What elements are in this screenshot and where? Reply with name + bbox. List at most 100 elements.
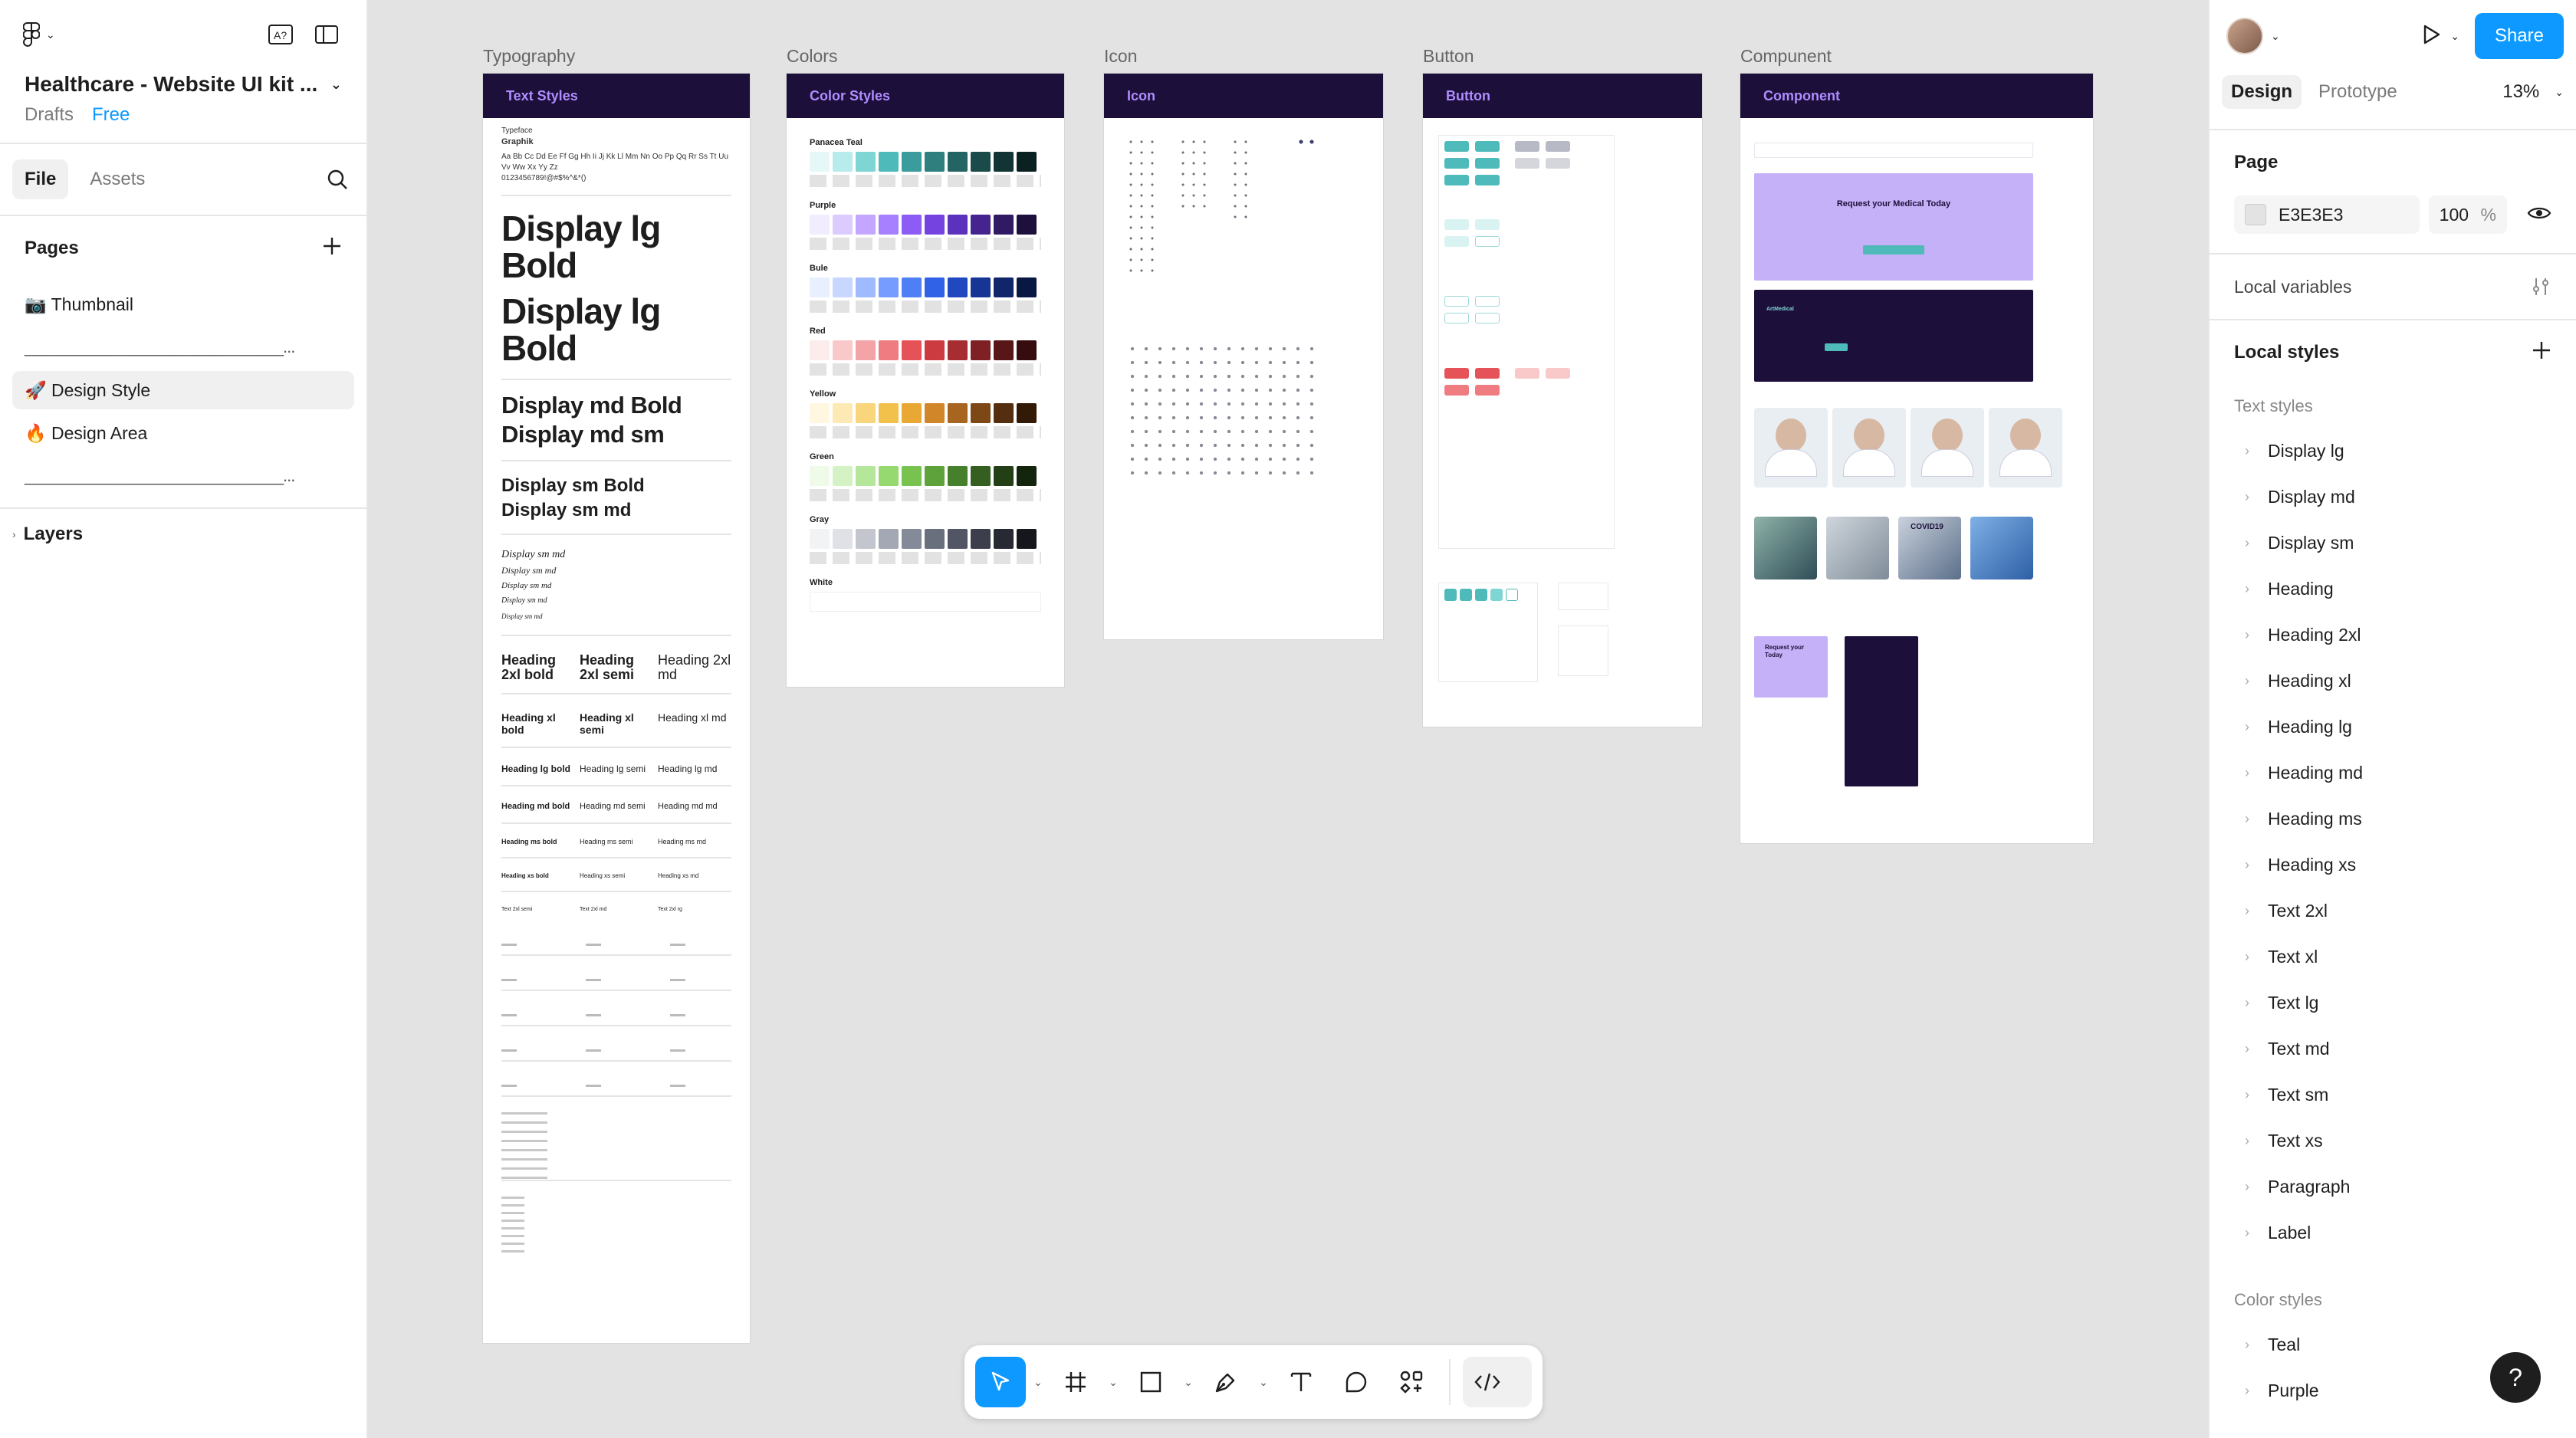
drafts-link[interactable]: Drafts	[25, 104, 74, 126]
frame-label-button[interactable]: Button	[1423, 46, 1474, 67]
zoom-dropdown[interactable]: 13% ⌄	[2502, 81, 2564, 103]
frame-label-typography[interactable]: Typography	[483, 46, 575, 67]
text-style-item[interactable]: › Heading ms	[2210, 796, 2576, 842]
text-style-label: Text 2xl	[2268, 900, 2328, 921]
color-swatch	[810, 152, 830, 172]
search-icon	[327, 169, 347, 189]
text-style-item[interactable]: › Display lg	[2210, 428, 2576, 474]
chevron-down-icon[interactable]: ⌄	[1181, 1376, 1196, 1389]
text-style-item[interactable]: › Heading	[2210, 566, 2576, 612]
text-style-item[interactable]: › Heading xl	[2210, 658, 2576, 704]
icon-button-sample	[1506, 589, 1518, 601]
cta-mock: Request your Today	[1754, 636, 1828, 698]
text-style-item[interactable]: › Heading 2xl	[2210, 612, 2576, 658]
page-item-design-style[interactable]: 🚀 Design Style	[12, 371, 354, 409]
text-style-item[interactable]: › Heading lg	[2210, 704, 2576, 750]
sample-text: Text 2xl md	[580, 907, 607, 912]
tab-assets[interactable]: Assets	[77, 159, 157, 199]
comment-tool-button[interactable]	[1331, 1357, 1382, 1407]
canvas[interactable]: Typography Text Styles Typeface Graphik …	[368, 0, 2208, 1438]
share-button[interactable]: Share	[2474, 13, 2564, 59]
ai-translate-button[interactable]: A?	[264, 18, 297, 51]
page-item-thumbnail[interactable]: 📷 Thumbnail	[12, 285, 354, 323]
text-style-label: Heading md	[2268, 762, 2364, 783]
text-style-item[interactable]: › Text xl	[2210, 934, 2576, 980]
frame-colors[interactable]: Color Styles Panacea Teal Purple Bule Red Ye…	[787, 74, 1064, 687]
color-swatch	[925, 529, 945, 549]
file-title[interactable]: Healthcare - Website UI kit ... ⌄	[0, 69, 366, 100]
page-opacity-value: 100	[2439, 204, 2469, 225]
frame-component[interactable]: Component Request your Medical Today Art…	[1740, 74, 2093, 843]
doctor-photo	[1776, 419, 1806, 452]
move-tool-button[interactable]	[975, 1357, 1026, 1407]
frame-label-icon[interactable]: Icon	[1104, 46, 1137, 67]
shape-tool-button[interactable]	[1125, 1357, 1176, 1407]
text-tool-button[interactable]	[1276, 1357, 1326, 1407]
divider	[501, 747, 731, 748]
text-style-item[interactable]: › Text md	[2210, 1026, 2576, 1072]
chevron-right-icon: ›	[2245, 810, 2249, 826]
button-sample-outline	[1475, 313, 1500, 323]
page-item-separator[interactable]: ______________________________...	[12, 328, 354, 366]
swatch-row	[787, 152, 1064, 172]
chevron-down-icon[interactable]: ⌄	[1030, 1376, 1046, 1389]
toggle-sidebar-button[interactable]	[310, 18, 343, 51]
page-opacity-field[interactable]: 100 %	[2428, 195, 2507, 234]
present-button[interactable]	[2420, 23, 2443, 50]
text-style-item[interactable]: › Display md	[2210, 474, 2576, 520]
main-menu-button[interactable]: ⌄	[23, 22, 55, 47]
tab-prototype[interactable]: Prototype	[2309, 75, 2407, 109]
frame-header: Button	[1423, 74, 1702, 118]
chevron-right-icon: ›	[2245, 1178, 2249, 1194]
frame-button[interactable]: Button	[1423, 74, 1702, 727]
chevron-down-icon[interactable]: ⌄	[1106, 1376, 1121, 1389]
chevron-down-icon[interactable]: ⌄	[2271, 30, 2280, 43]
tab-design[interactable]: Design	[2222, 75, 2302, 109]
navbar-mock	[1754, 143, 2033, 158]
frame-typography[interactable]: Text Styles Typeface Graphik Aa Bb Cc Dd…	[483, 74, 750, 1343]
chevron-down-icon[interactable]: ⌄	[330, 77, 342, 93]
text-style-item[interactable]: › Text xs	[2210, 1118, 2576, 1164]
text-style-item[interactable]: › Heading md	[2210, 750, 2576, 796]
text-style-item[interactable]: › Display sm	[2210, 520, 2576, 566]
pages-header: Pages	[0, 216, 366, 281]
frame-label-colors[interactable]: Colors	[787, 46, 837, 67]
actions-button[interactable]	[1386, 1357, 1437, 1407]
frame-label-component[interactable]: Compunent	[1740, 46, 1832, 67]
avatar[interactable]	[2226, 18, 2263, 54]
doctor-photo	[2010, 419, 2041, 452]
text-style-item[interactable]: › Heading xs	[2210, 842, 2576, 888]
color-swatch	[879, 529, 899, 549]
page-item-separator[interactable]: ______________________________...	[12, 457, 354, 495]
color-swatch	[1017, 215, 1037, 235]
page-color-field[interactable]: E3E3E3	[2234, 195, 2420, 234]
text-style-item[interactable]: › Label	[2210, 1210, 2576, 1256]
sliders-icon[interactable]	[2530, 276, 2551, 297]
color-swatch[interactable]	[2245, 204, 2266, 225]
plan-badge[interactable]: Free	[92, 104, 130, 126]
pen-tool-button[interactable]	[1201, 1357, 1251, 1407]
dev-mode-toggle[interactable]	[1463, 1357, 1532, 1407]
chevron-down-icon[interactable]: ⌄	[2450, 30, 2459, 43]
help-button[interactable]: ?	[2490, 1352, 2541, 1403]
tab-file[interactable]: File	[12, 159, 69, 199]
text-style-item[interactable]: › Text lg	[2210, 980, 2576, 1026]
text-style-item[interactable]: › Text sm	[2210, 1072, 2576, 1118]
frame-tool-button[interactable]	[1050, 1357, 1101, 1407]
sample-heading: Heading ms bold	[501, 838, 557, 845]
add-style-button[interactable]	[2532, 340, 2551, 366]
color-swatch	[925, 152, 945, 172]
sample-heading: Heading 2xl semi	[580, 652, 635, 682]
text-style-row	[501, 1026, 731, 1062]
add-page-button[interactable]	[322, 236, 342, 261]
page-item-design-area[interactable]: 🔥 Design Area	[12, 414, 354, 452]
text-style-item[interactable]: › Paragraph	[2210, 1164, 2576, 1210]
search-button[interactable]	[320, 163, 354, 196]
color-swatch	[833, 277, 853, 297]
visibility-toggle[interactable]	[2527, 205, 2551, 225]
layers-header[interactable]: › Layers	[0, 509, 366, 560]
chevron-down-icon[interactable]: ⌄	[1256, 1376, 1271, 1389]
local-variables-row[interactable]: Local variables	[2210, 254, 2576, 319]
text-style-item[interactable]: › Text 2xl	[2210, 888, 2576, 934]
frame-icon[interactable]: Icon	[1104, 74, 1383, 639]
